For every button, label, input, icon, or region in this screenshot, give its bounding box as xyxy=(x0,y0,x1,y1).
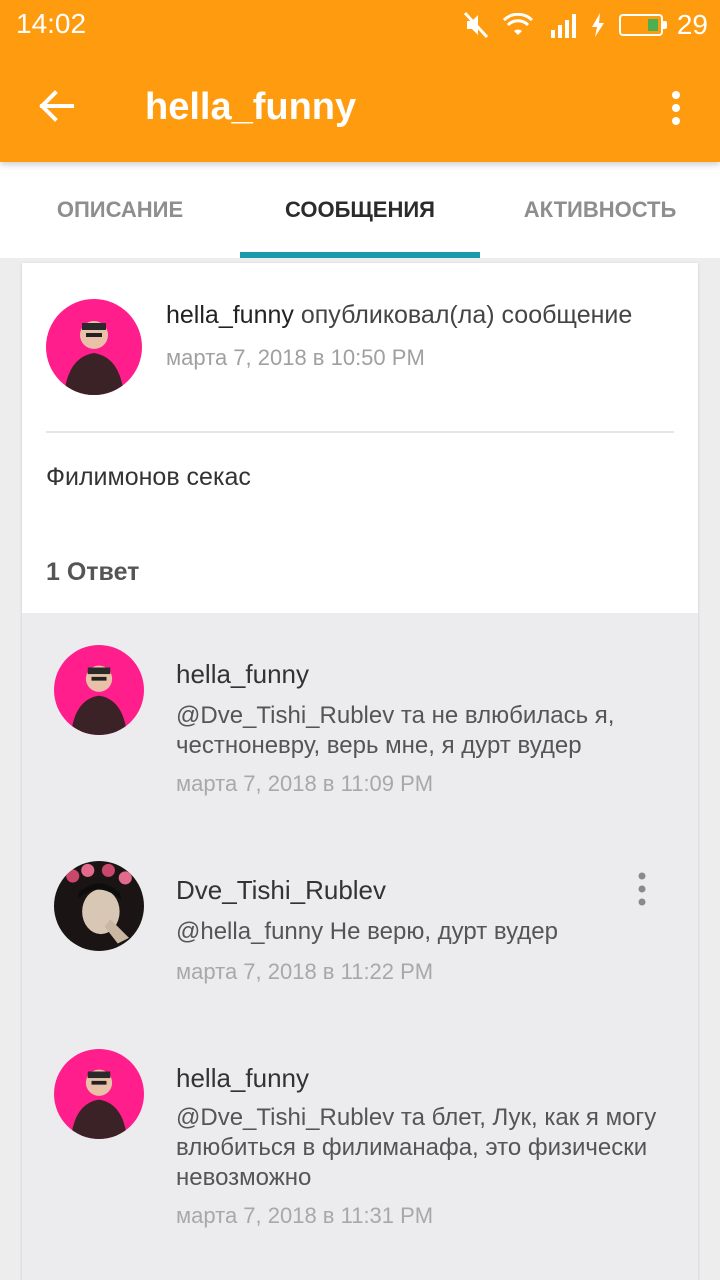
reply-date: марта 7, 2018 в 11:22 PM xyxy=(176,959,434,984)
reply-author[interactable]: Dve_Tishi_Rublev xyxy=(176,875,386,906)
app-bar: 14:02 29 hella_funny xyxy=(0,0,720,162)
reply-text: @Dve_Tishi_Rublev та блет, Лук, как я мо… xyxy=(176,1104,657,1191)
reply-text: @Dve_Tishi_Rublev та не влюбилась я, чес… xyxy=(176,702,615,759)
charging-icon xyxy=(591,13,605,37)
reply-count: 1 Ответ xyxy=(46,558,140,586)
back-button[interactable] xyxy=(30,80,82,132)
status-icons: 29 xyxy=(463,8,708,42)
post-body: Филимонов секас xyxy=(46,463,251,491)
reply-overflow-button[interactable] xyxy=(630,869,654,909)
tab-description[interactable]: ОПИСАНИЕ xyxy=(0,162,240,258)
reply-item: hella_funny @Dve_Tishi_Rublev та блет, Л… xyxy=(22,1013,698,1280)
reply-date: марта 7, 2018 в 11:31 PM xyxy=(176,1203,434,1228)
reply-date: марта 7, 2018 в 11:09 PM xyxy=(176,771,434,796)
reply-list: hella_funny @Dve_Tishi_Rublev та не влюб… xyxy=(22,613,698,1280)
tab-messages[interactable]: СООБЩЕНИЯ xyxy=(240,162,480,258)
reply-text: @hella_funny Не верю, дурт вудер xyxy=(176,918,558,945)
battery-level: 29 xyxy=(676,9,708,40)
mute-icon xyxy=(463,11,489,39)
status-bar: 14:02 29 xyxy=(0,0,720,50)
post-meta: hella_funny опубликовал(ла) сообщение ма… xyxy=(166,299,666,371)
battery-icon xyxy=(618,14,667,36)
avatar[interactable] xyxy=(54,645,144,735)
signal-3g-icon xyxy=(547,12,577,38)
page-title: hella_funny xyxy=(145,86,357,128)
overflow-menu-button[interactable] xyxy=(660,82,692,134)
reply-item: Dve_Tishi_Rublev @hella_funny Не верю, д… xyxy=(22,833,698,1013)
avatar[interactable] xyxy=(54,1049,144,1139)
avatar[interactable] xyxy=(46,299,142,395)
tab-bar: ОПИСАНИЕ СООБЩЕНИЯ АКТИВНОСТЬ xyxy=(0,162,720,258)
post-header: hella_funny опубликовал(ла) сообщение ма… xyxy=(22,263,698,433)
reply-author[interactable]: hella_funny xyxy=(176,659,309,690)
post-author[interactable]: hella_funny xyxy=(166,301,294,329)
divider xyxy=(46,431,674,433)
tab-activity[interactable]: АКТИВНОСТЬ xyxy=(480,162,720,258)
post-headline: hella_funny опубликовал(ла) сообщение xyxy=(166,299,666,331)
more-vert-icon xyxy=(638,872,646,906)
status-time: 14:02 xyxy=(16,8,87,39)
wifi-icon xyxy=(502,13,533,37)
arrow-back-icon xyxy=(39,90,74,122)
post-action: опубликовал(ла) сообщение xyxy=(300,301,633,329)
more-vert-icon xyxy=(672,91,680,125)
reply-author[interactable]: hella_funny xyxy=(176,1063,309,1094)
post-date: марта 7, 2018 в 10:50 PM xyxy=(166,345,425,370)
avatar[interactable] xyxy=(54,861,144,951)
reply-item: hella_funny @Dve_Tishi_Rublev та не влюб… xyxy=(22,613,698,833)
post-card: hella_funny опубликовал(ла) сообщение ма… xyxy=(22,263,698,1280)
